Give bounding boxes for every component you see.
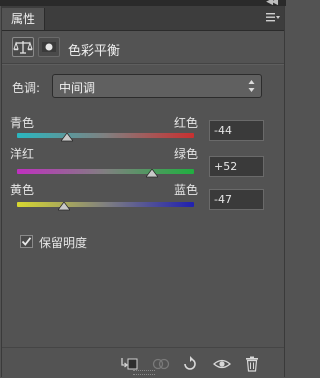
yellow-blue-slider-track[interactable] (17, 202, 194, 207)
slider-left-label-yellow: 黄色 (10, 183, 35, 197)
cyan-red-value-input[interactable]: -44 (209, 120, 264, 141)
slider-right-label-red: 红色 (174, 116, 199, 130)
preserve-luminosity-checkbox[interactable] (20, 235, 33, 248)
resize-grip[interactable] (133, 370, 155, 375)
tone-select-value: 中间调 (59, 81, 96, 95)
preserve-luminosity-label: 保留明度 (39, 236, 88, 250)
header-divider (2, 63, 284, 65)
visibility-eye-icon[interactable] (213, 356, 231, 372)
panel-tab-bar: 属性 (2, 6, 284, 31)
trash-icon[interactable] (243, 356, 261, 372)
slider-left-label-cyan: 青色 (10, 116, 35, 130)
tone-label: 色调: (12, 81, 41, 95)
properties-panel: 属性 色彩平衡 色调: 中间调 青色 红色 -44 洋红 绿色 +52 黄色 蓝… (1, 6, 285, 378)
magenta-green-slider-track[interactable] (17, 169, 194, 174)
reset-icon[interactable] (181, 356, 199, 372)
cyan-red-slider-track[interactable] (17, 133, 194, 138)
checkmark-icon (21, 237, 32, 246)
yellow-blue-slider-thumb[interactable] (57, 202, 70, 211)
tone-select[interactable]: 中间调 (52, 74, 262, 98)
cyan-red-slider-thumb[interactable] (60, 133, 73, 142)
panel-menu-icon[interactable] (266, 13, 280, 23)
tab-properties[interactable]: 属性 (2, 8, 45, 30)
magenta-green-value-input[interactable]: +52 (209, 156, 264, 177)
adjustment-title: 色彩平衡 (68, 44, 121, 59)
color-balance-icon[interactable] (12, 37, 34, 57)
mask-icon[interactable] (38, 37, 60, 57)
select-arrows-icon (248, 80, 255, 92)
slider-right-label-green: 绿色 (174, 147, 199, 161)
yellow-blue-value-input[interactable]: -47 (209, 189, 264, 210)
magenta-green-slider-thumb[interactable] (145, 169, 158, 178)
slider-right-label-blue: 蓝色 (174, 183, 199, 197)
slider-left-label-magenta: 洋红 (10, 147, 35, 161)
